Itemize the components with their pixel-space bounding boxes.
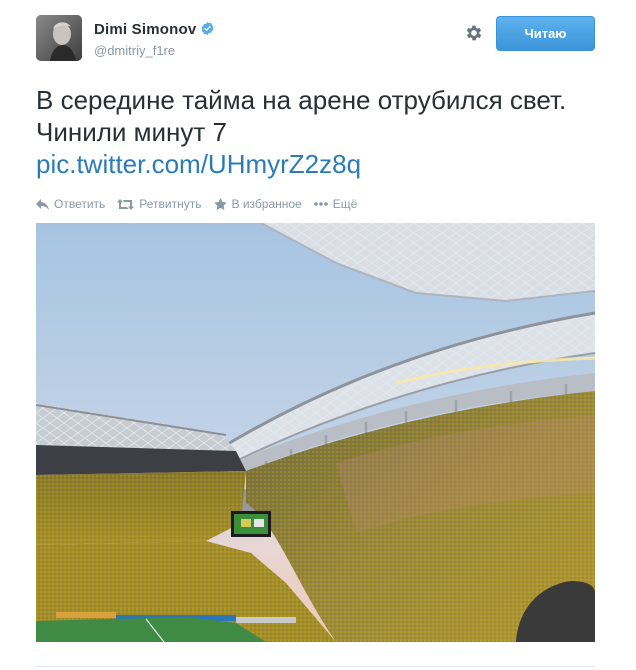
tweet-media-link[interactable]: pic.twitter.com/UHmyrZ2z8q (36, 149, 361, 179)
retweet-icon (117, 198, 135, 210)
more-label: Ещё (332, 197, 358, 211)
more-action[interactable]: Ещё (313, 197, 358, 211)
tweet-text: В середине тайма на арене отрубился свет… (36, 84, 626, 180)
tweet-text-line2: Чинили минут 7 (36, 117, 228, 147)
tweet-actions: Ответить Ретвитнуть В избранное Ещё (36, 196, 369, 212)
user-fullname[interactable]: Dimi Simonov (94, 21, 215, 38)
more-dots-icon (313, 202, 328, 206)
reply-action[interactable]: Ответить (36, 197, 105, 211)
favorite-action[interactable]: В избранное (213, 197, 302, 211)
tweet-card: Dimi Simonov @dmitriy_f1re Читаю В серед… (0, 0, 636, 670)
verified-badge-icon (202, 21, 214, 36)
retweet-label: Ретвитнуть (139, 197, 202, 211)
favorite-label: В избранное (231, 197, 302, 211)
stadium-photo-image (36, 223, 595, 642)
star-icon (213, 198, 227, 210)
tweet-divider (36, 666, 595, 667)
reply-icon (36, 198, 49, 210)
tweet-photo[interactable] (36, 223, 595, 642)
user-fullname-text[interactable]: Dimi Simonov (94, 21, 196, 38)
gear-icon[interactable] (464, 23, 484, 43)
follow-button[interactable]: Читаю (496, 16, 595, 51)
tweet-text-line1: В середине тайма на арене отрубился свет… (36, 85, 567, 115)
user-avatar[interactable] (36, 15, 82, 61)
retweet-action[interactable]: Ретвитнуть (117, 197, 202, 211)
user-username[interactable]: @dmitriy_f1re (94, 43, 175, 58)
reply-label: Ответить (54, 197, 106, 211)
